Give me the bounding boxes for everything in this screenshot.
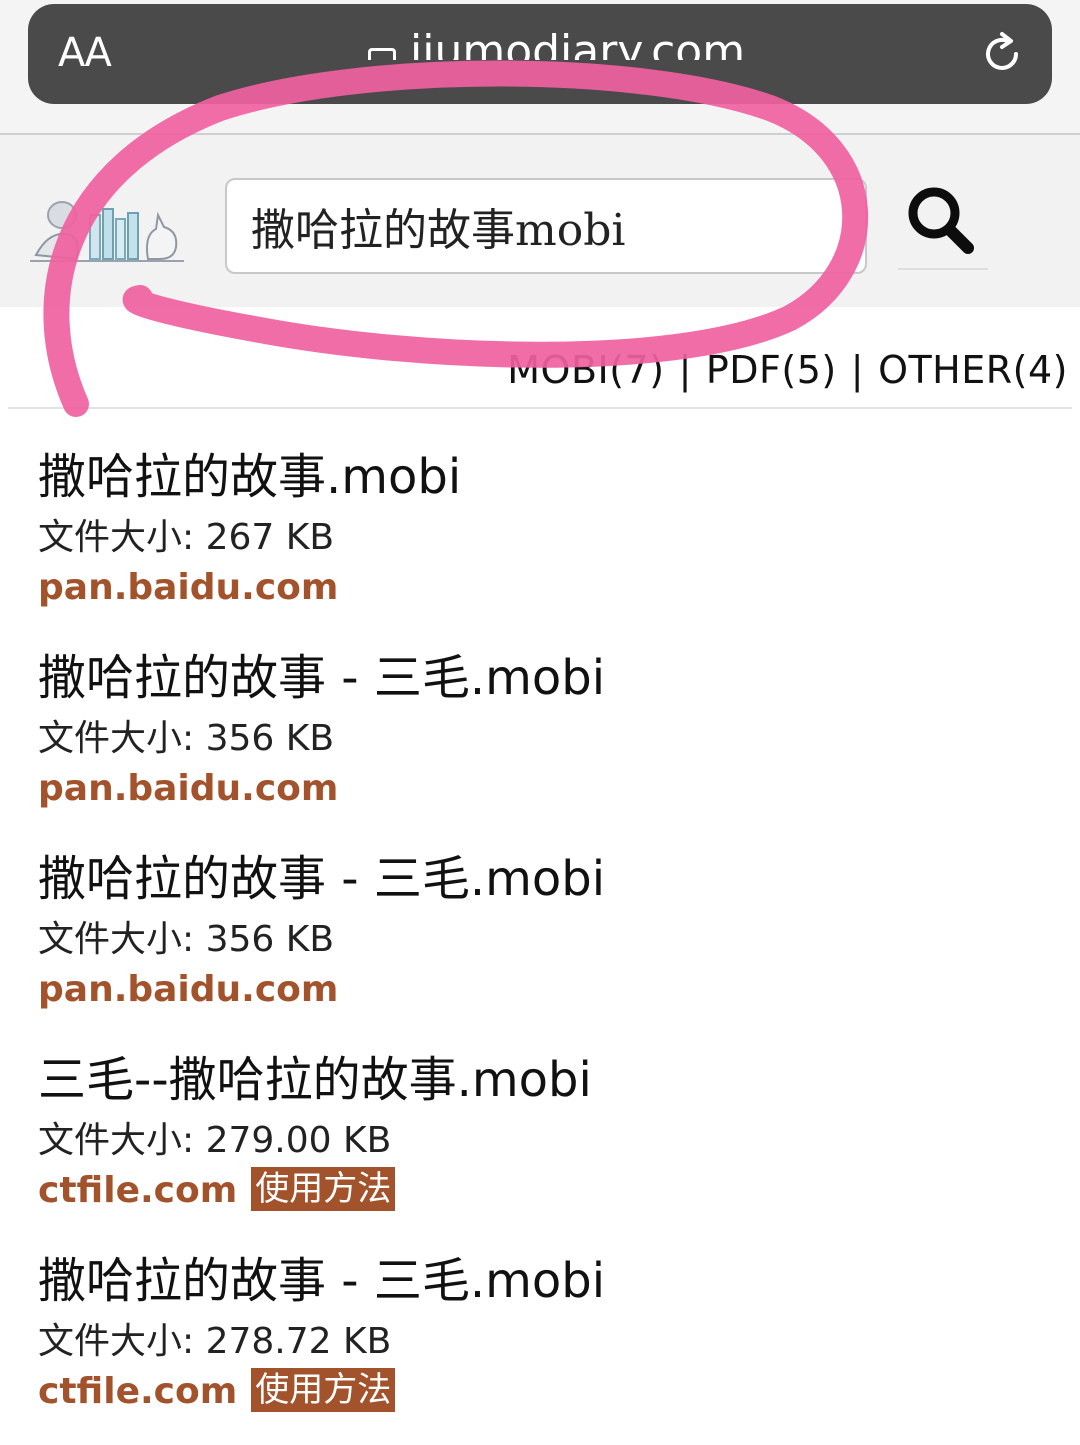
format-filter-tabs: MOBI(7) | PDF(5) | OTHER(4) — [507, 348, 1068, 392]
tab-separator: | — [850, 348, 865, 392]
result-source-link[interactable]: ctfile.com — [38, 1371, 237, 1412]
result-title[interactable]: 撒哈拉的故事 - 三毛.mobi — [38, 842, 1038, 916]
result-size: 文件大小: 278.72 KB — [38, 1321, 392, 1362]
result-item: 撒哈拉的故事 - 三毛.mobi 文件大小: 356 KB pan.baidu.… — [38, 641, 1038, 842]
result-source-link[interactable]: ctfile.com — [38, 1170, 237, 1211]
address-bar[interactable]: AA jiumodiary.com — [28, 4, 1052, 104]
results-list: 撒哈拉的故事.mobi 文件大小: 267 KB pan.baidu.com 撒… — [38, 440, 1038, 1445]
result-title[interactable]: 撒哈拉的故事.mobi — [38, 440, 1038, 514]
howto-badge[interactable]: 使用方法 — [251, 1167, 396, 1211]
site-header — [0, 135, 1080, 307]
result-title[interactable]: 三毛--撒哈拉的故事.mobi — [38, 1043, 1038, 1117]
reload-icon[interactable] — [978, 30, 1026, 78]
url-text: jiumodiary.com — [410, 26, 746, 60]
text-size-button[interactable]: AA — [58, 30, 112, 76]
result-item: 撒哈拉的故事 - 三毛.mobi 文件大小: 356 KB pan.baidu.… — [38, 842, 1038, 1043]
howto-badge[interactable]: 使用方法 — [251, 1368, 396, 1412]
search-icon[interactable] — [898, 175, 988, 265]
result-title[interactable]: 撒哈拉的故事 - 三毛.mobi — [38, 1244, 1038, 1318]
result-source-link[interactable]: pan.baidu.com — [38, 567, 338, 608]
result-source-link[interactable]: pan.baidu.com — [38, 768, 338, 809]
result-size: 文件大小: 356 KB — [38, 919, 335, 960]
result-item: 三毛--撒哈拉的故事.mobi 文件大小: 279.00 KB ctfile.c… — [38, 1043, 1038, 1244]
result-size: 文件大小: 267 KB — [38, 517, 335, 558]
result-title[interactable]: 撒哈拉的故事 - 三毛.mobi — [38, 641, 1038, 715]
tab-other[interactable]: OTHER(4) — [878, 348, 1068, 392]
tab-separator: | — [678, 348, 692, 392]
result-size: 文件大小: 279.00 KB — [38, 1120, 392, 1161]
result-source-link[interactable]: pan.baidu.com — [38, 969, 338, 1010]
result-item: 撒哈拉的故事.mobi 文件大小: 267 KB pan.baidu.com — [38, 440, 1038, 641]
search-button-underline — [898, 268, 988, 270]
tab-mobi[interactable]: MOBI(7) — [507, 348, 664, 392]
result-size: 文件大小: 356 KB — [38, 718, 335, 759]
result-item: 撒哈拉的故事 - 三毛.mobi 文件大小: 278.72 KB ctfile.… — [38, 1244, 1038, 1445]
url-display[interactable]: jiumodiary.com — [368, 26, 745, 60]
bookshelf-logo-icon[interactable] — [30, 185, 184, 269]
lock-icon — [368, 48, 396, 60]
tab-pdf[interactable]: PDF(5) — [706, 348, 837, 392]
results-divider — [8, 407, 1072, 409]
search-input[interactable] — [225, 178, 867, 274]
text-size-label: AA — [58, 30, 112, 76]
